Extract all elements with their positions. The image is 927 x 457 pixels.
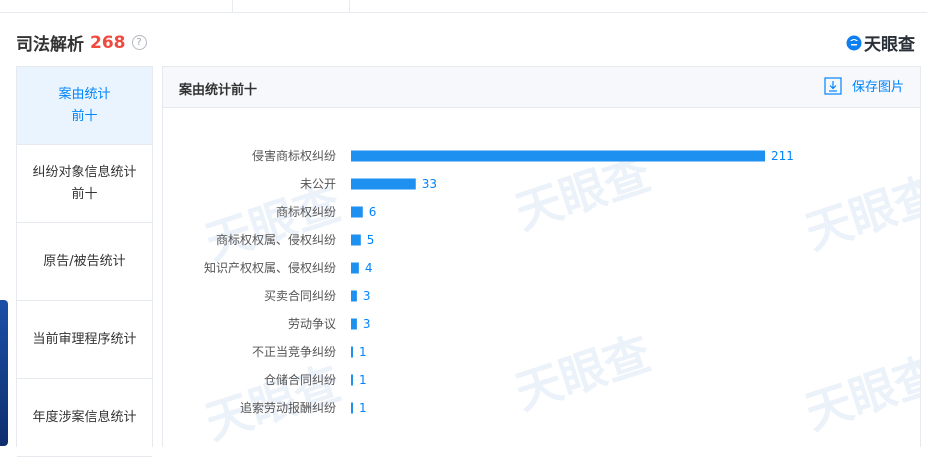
case-cause-bar-chart: 侵害商标权纠纷 211未公开 33商标权纠纷 6商标权权属、侵权纠纷 5知识产权权属、侵…: [204, 148, 794, 415]
category-label: 买卖合同纠纷: [264, 288, 336, 303]
bar[interactable]: [351, 234, 361, 246]
menu-item-annual-cases[interactable]: 年度涉案信息统计: [17, 379, 152, 457]
category-label: 未公开: [300, 177, 336, 191]
download-icon: [824, 76, 842, 95]
panel-header: 案由统计前十 保存图片: [163, 67, 920, 108]
menu-item-plaintiff-defendant[interactable]: 原告/被告统计: [17, 223, 152, 301]
bar-value-label: 1: [359, 345, 367, 359]
bar-value-label: 1: [359, 373, 367, 387]
menu-item-label: 原告/被告统计: [43, 253, 126, 269]
bar-value-label: 3: [363, 317, 371, 331]
chart-panel: 案由统计前十 保存图片 天眼查 天眼查 天眼查 天眼查 天眼查 天眼查 侵害商标…: [162, 66, 921, 447]
brand-name: 天眼查: [864, 35, 915, 55]
menu-item-label: 案由统计 前十: [58, 86, 111, 124]
bar-value-label: 1: [359, 401, 367, 415]
panel-title: 案由统计前十: [179, 83, 258, 98]
bar[interactable]: [351, 178, 416, 190]
category-label: 仓储合同纠纷: [264, 372, 336, 387]
case-count: 268: [90, 32, 126, 53]
menu-item-label: 年度涉案信息统计: [32, 409, 137, 425]
category-label: 追索劳动报酬纠纷: [240, 400, 336, 415]
bar[interactable]: [351, 346, 353, 358]
bar-value-label: 211: [771, 149, 794, 163]
menu-item-label: 纠纷对象信息统计 前十: [32, 164, 137, 202]
tianyancha-logo-icon: [846, 35, 862, 50]
menu-item-case-cause[interactable]: 案由统计 前十: [17, 67, 152, 145]
bar-value-label: 33: [422, 177, 437, 191]
page-title: 司法解析 268 ?: [16, 30, 147, 55]
category-label: 知识产权权属、侵权纠纷: [204, 260, 336, 275]
brand-logo[interactable]: 天眼查: [846, 30, 915, 55]
category-label: 侵害商标权纠纷: [252, 148, 336, 163]
bar[interactable]: [351, 206, 363, 218]
category-label: 劳动争议: [288, 317, 336, 331]
menu-item-dispute-object[interactable]: 纠纷对象信息统计 前十: [17, 145, 152, 223]
menu-item-label: 当前审理程序统计: [32, 331, 137, 347]
bar-value-label: 3: [363, 289, 371, 303]
bar[interactable]: [351, 290, 357, 302]
help-icon[interactable]: ?: [131, 35, 147, 50]
top-tab[interactable]: [0, 0, 233, 12]
left-edge-decoration: [0, 300, 8, 446]
top-tab[interactable]: [233, 0, 350, 12]
bar[interactable]: [351, 262, 359, 274]
menu-item-trial-procedure[interactable]: 当前审理程序统计: [17, 301, 152, 379]
bar-value-label: 5: [367, 233, 375, 247]
page-title-text: 司法解析: [16, 35, 84, 55]
bar-value-label: 4: [365, 261, 373, 275]
bar-value-label: 6: [369, 205, 377, 219]
bar[interactable]: [351, 150, 765, 162]
category-label: 商标权纠纷: [276, 204, 336, 219]
bar[interactable]: [351, 318, 357, 330]
category-label: 商标权权属、侵权纠纷: [216, 232, 336, 247]
stats-menu: 案由统计 前十 纠纷对象信息统计 前十 原告/被告统计 当前审理程序统计 年度涉…: [16, 66, 153, 457]
category-label: 不正当竞争纠纷: [252, 345, 336, 359]
bar[interactable]: [351, 402, 353, 414]
save-image-button[interactable]: 保存图片: [824, 76, 904, 95]
top-tab-strip: [0, 0, 927, 13]
save-image-label: 保存图片: [851, 80, 904, 95]
bar[interactable]: [351, 374, 353, 386]
